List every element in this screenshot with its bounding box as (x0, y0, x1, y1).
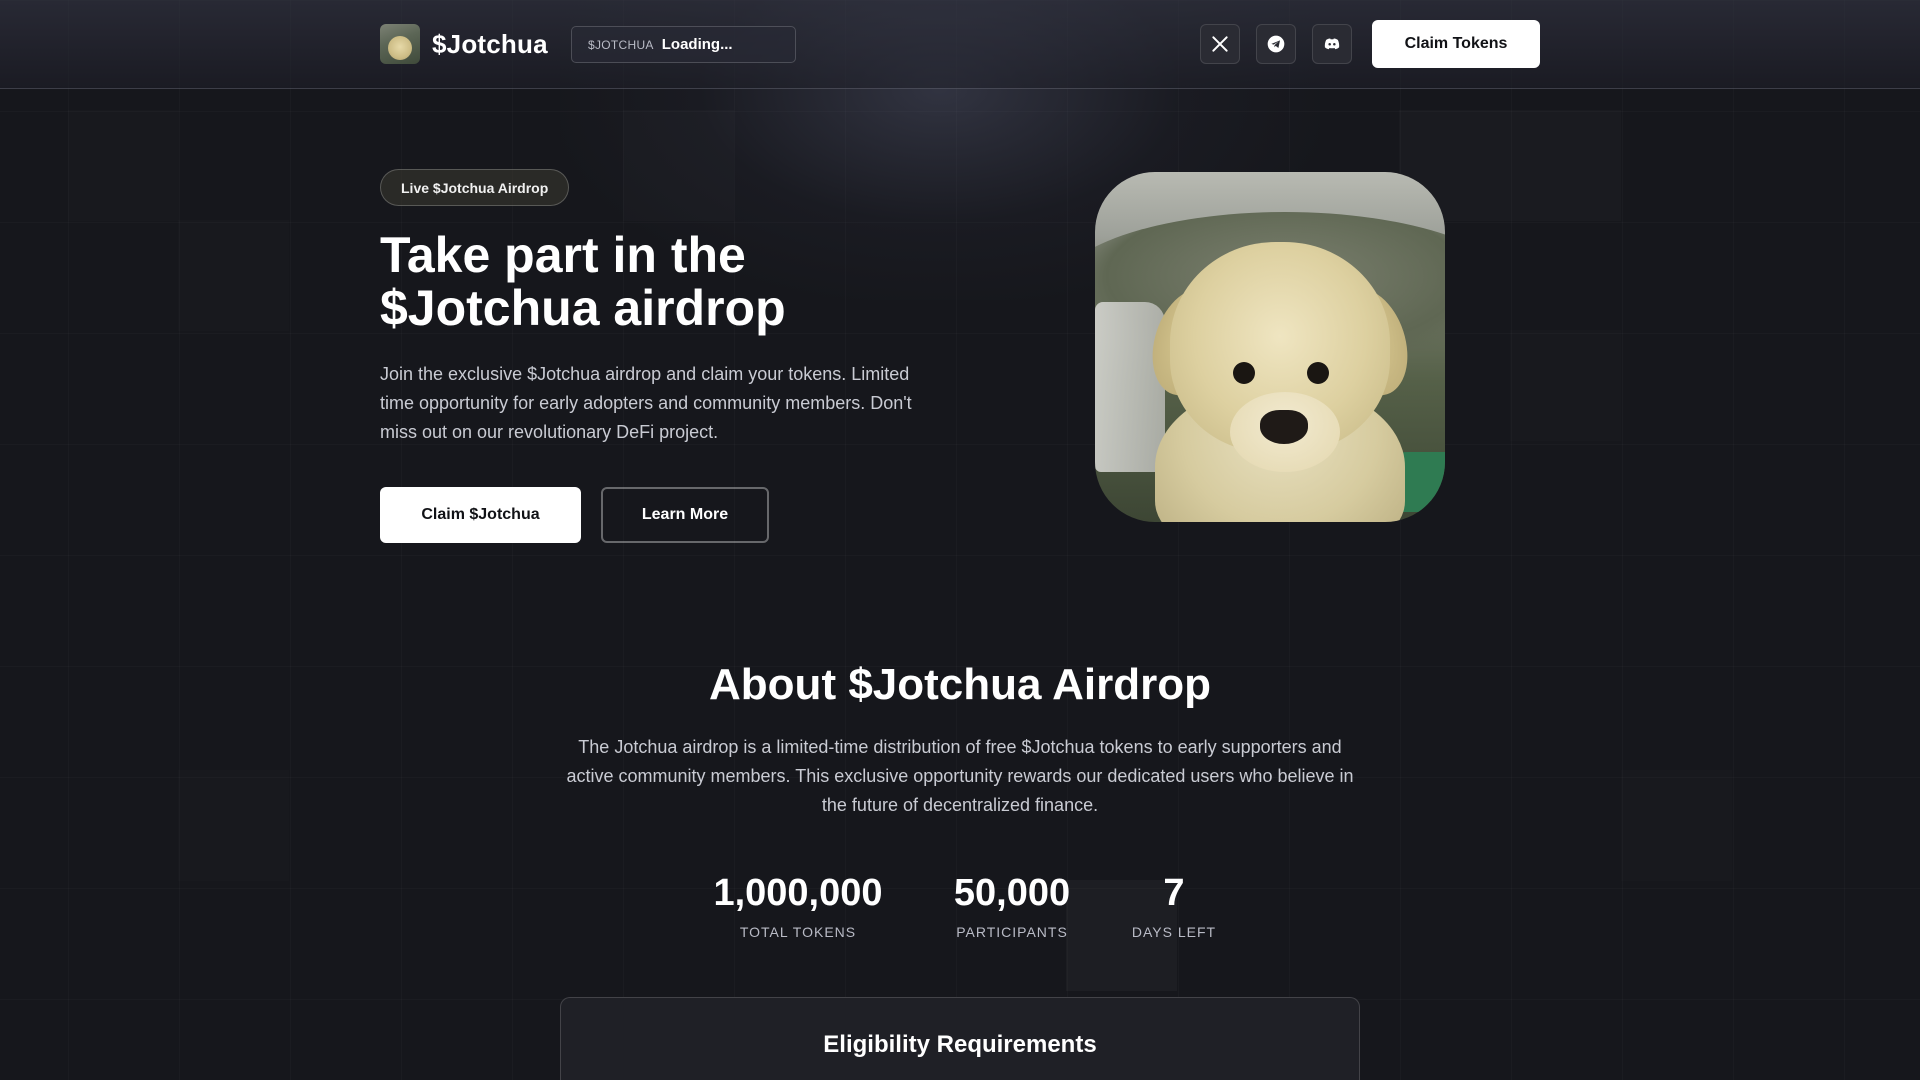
top-nav: $Jotchua $JOTCHUA Loading... Claim Token… (0, 0, 1920, 89)
stat-participants: 50,000 PARTICIPANTS (932, 870, 1092, 940)
brand-name: $Jotchua (432, 28, 548, 59)
hero-description: Join the exclusive $Jotchua airdrop and … (380, 364, 912, 442)
live-airdrop-badge: Live $Jotchua Airdrop (380, 169, 570, 206)
discord-link[interactable] (1312, 24, 1352, 64)
hero-title-line-2: $Jotchua airdrop (380, 280, 786, 336)
hero-title: Take part in the $Jotchua airdrop (380, 229, 940, 335)
eligibility-title: Eligibility Requirements (823, 1031, 1097, 1058)
stat-value: 1,000,000 (713, 872, 883, 914)
stat-value: 50,000 (953, 872, 1071, 914)
stat-total-tokens: 1,000,000 TOTAL TOKENS (698, 870, 898, 940)
about-title: About $Jotchua Airdrop (709, 660, 1211, 709)
eligibility-card: Eligibility Requirements (560, 997, 1360, 1080)
price-ticker: $JOTCHUA Loading... (571, 26, 796, 63)
stat-label: DAYS LEFT (1131, 924, 1217, 940)
learn-more-button[interactable]: Learn More (601, 487, 769, 543)
claim-tokens-button[interactable]: Claim Tokens (1372, 20, 1540, 68)
telegram-link[interactable] (1256, 24, 1296, 64)
x-link[interactable] (1200, 24, 1240, 64)
brand[interactable]: $Jotchua (380, 24, 548, 64)
about-description: The Jotchua airdrop is a limited-time di… (566, 737, 1354, 815)
stat-label: TOTAL TOKENS (739, 924, 857, 940)
discord-icon (1324, 38, 1340, 50)
stat-label: PARTICIPANTS (956, 924, 1068, 940)
stat-value: 7 (1163, 872, 1185, 914)
telegram-icon (1267, 35, 1285, 53)
ticker-symbol: $JOTCHUA (588, 37, 654, 52)
hero-title-line-1: Take part in the (380, 227, 746, 283)
claim-jotchua-button[interactable]: Claim $Jotchua (380, 487, 581, 543)
ticker-value: Loading... (661, 36, 733, 53)
puppy-image (1095, 172, 1445, 522)
x-icon (1212, 36, 1228, 52)
stat-days-left: 7 DAYS LEFT (1124, 870, 1224, 940)
brand-logo (380, 24, 420, 64)
